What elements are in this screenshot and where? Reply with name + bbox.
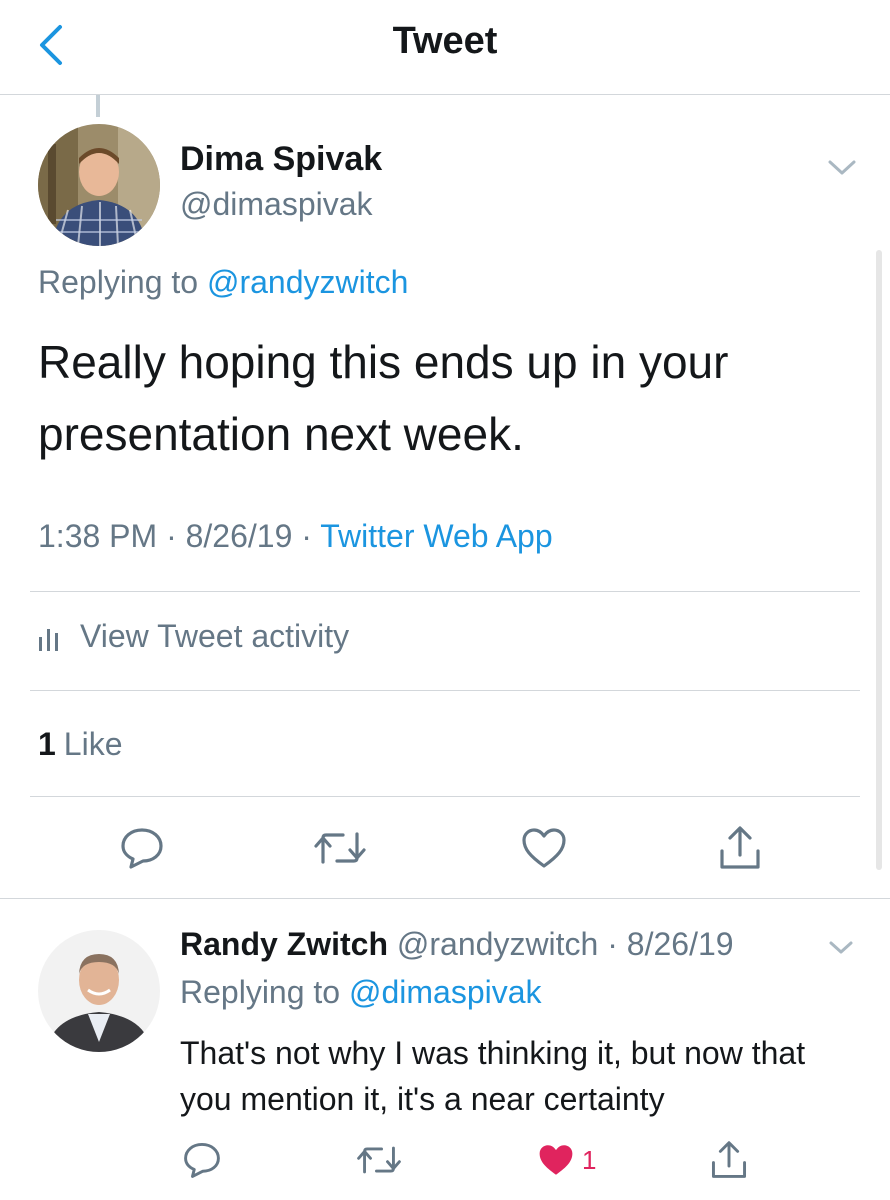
avatar[interactable] <box>38 930 160 1052</box>
reply-date: 8/26/19 <box>626 926 734 962</box>
view-tweet-activity-button[interactable]: View Tweet activity <box>38 618 349 655</box>
divider <box>30 796 860 797</box>
reply-button[interactable] <box>114 820 170 876</box>
author-handle[interactable]: @dimaspivak <box>180 186 373 223</box>
avatar-photo <box>38 124 160 246</box>
meta-dot: · <box>292 518 321 554</box>
replying-to: Replying to @dimaspivak <box>180 974 542 1011</box>
retweet-icon <box>314 832 366 864</box>
analytics-icon <box>38 623 60 651</box>
tweet-date: 8/26/19 <box>185 518 293 554</box>
heart-filled-icon <box>539 1145 573 1175</box>
reply-text: That's not why I was thinking it, but no… <box>180 1035 806 1117</box>
reply-author-name[interactable]: Randy Zwitch <box>180 926 388 962</box>
retweet-button[interactable] <box>312 820 368 876</box>
reply-header: Randy Zwitch @randyzwitch · 8/26/19 <box>180 926 734 963</box>
scrollbar[interactable] <box>876 250 882 870</box>
page-title: Tweet <box>392 20 498 62</box>
replying-to: Replying to @randyzwitch <box>38 264 408 301</box>
thread-connector <box>96 95 100 117</box>
author-name[interactable]: Dima Spivak <box>180 140 382 179</box>
comment-icon <box>184 1142 220 1178</box>
avatar-photo <box>38 930 160 1052</box>
reply-author-handle[interactable]: @randyzwitch <box>397 926 598 962</box>
reply-button[interactable] <box>182 1138 222 1182</box>
chevron-down-icon <box>829 941 853 954</box>
share-button[interactable] <box>710 1138 748 1182</box>
tweet-menu-button[interactable] <box>824 154 860 180</box>
comment-icon <box>121 828 163 869</box>
divider <box>30 690 860 691</box>
replying-prefix: Replying to <box>38 264 207 300</box>
like-label: Like <box>63 726 123 762</box>
tweet-source-link[interactable]: Twitter Web App <box>320 518 552 554</box>
like-button[interactable]: 1 <box>536 1138 596 1182</box>
meta-dot: · <box>157 518 186 554</box>
tweet-time: 1:38 PM <box>38 518 158 554</box>
like-count: 1 <box>38 726 56 762</box>
reply-like-count: 1 <box>582 1144 597 1175</box>
tweet-meta: 1:38 PM · 8/26/19 · Twitter Web App <box>38 518 553 555</box>
like-button[interactable] <box>516 820 572 876</box>
retweet-button[interactable] <box>356 1138 402 1182</box>
retweet-icon <box>357 1146 401 1174</box>
activity-label: View Tweet activity <box>80 618 350 654</box>
tweet-text: Really hoping this ends up in your prese… <box>38 336 729 460</box>
divider <box>30 591 860 592</box>
share-icon <box>711 1141 747 1178</box>
likes-summary[interactable]: 1 Like <box>38 726 123 763</box>
share-icon <box>720 826 760 869</box>
mention-link[interactable]: @dimaspivak <box>349 974 542 1010</box>
divider <box>0 898 890 899</box>
share-button[interactable] <box>712 820 768 876</box>
meta-dot: · <box>598 926 627 962</box>
mention-link[interactable]: @randyzwitch <box>207 264 408 300</box>
top-bar: Tweet <box>0 0 890 95</box>
heart-icon <box>522 828 566 868</box>
chevron-down-icon <box>828 160 856 175</box>
avatar[interactable] <box>38 124 160 246</box>
replying-prefix: Replying to <box>180 974 349 1010</box>
reply-menu-button[interactable] <box>826 936 856 958</box>
